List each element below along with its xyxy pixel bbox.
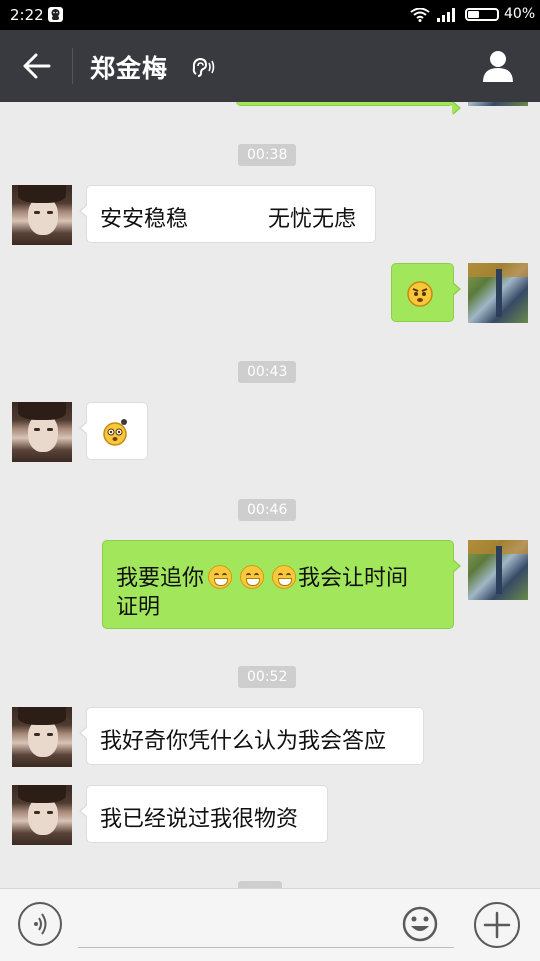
timestamp: 00:38	[238, 144, 297, 166]
battery-percent: 40%	[504, 6, 536, 22]
back-arrow-icon[interactable]	[20, 50, 52, 82]
voice-icon[interactable]	[18, 902, 62, 946]
grinning-face-emoji	[240, 565, 265, 589]
timestamp: 00:46	[238, 499, 297, 521]
contact-avatar[interactable]	[12, 785, 72, 845]
my-avatar[interactable]	[468, 263, 528, 323]
message-text: 无忧无虑	[268, 207, 357, 232]
my-avatar[interactable]	[468, 540, 528, 600]
input-bar	[0, 888, 540, 961]
message-text-part: 我会让时间	[298, 566, 409, 591]
message-bubble[interactable]	[79, 402, 148, 460]
my-avatar[interactable]	[468, 102, 528, 106]
battery-fill	[468, 11, 479, 18]
wifi-icon	[410, 7, 430, 26]
grinning-face-emoji	[208, 565, 233, 589]
message-bubble[interactable]: 我要追你 我会让时间 证明	[102, 540, 461, 629]
contact-name: 郑金梅	[90, 54, 169, 83]
contact-avatar[interactable]	[12, 707, 72, 767]
timestamp: 00:52	[238, 666, 297, 688]
plus-icon[interactable]	[474, 902, 520, 948]
message-input[interactable]	[78, 903, 458, 945]
message-text: 我好奇你凭什么认为我会答应	[100, 729, 387, 754]
contact-avatar[interactable]	[12, 185, 72, 245]
message-text: 我已经说过我很物资	[100, 807, 299, 832]
angry-face-emoji	[406, 280, 434, 314]
status-time: 2:22	[10, 6, 44, 24]
confused-face-emoji	[101, 417, 131, 453]
grinning-face-emoji	[272, 565, 297, 589]
contact-avatar[interactable]	[12, 402, 72, 462]
timestamp: 00:43	[238, 361, 297, 383]
chat-header: 郑金梅	[0, 30, 540, 102]
header-divider	[72, 48, 73, 84]
message-text: 安安稳稳	[100, 207, 189, 232]
message-text: 我要追你 我会让时间	[116, 560, 408, 592]
message-bubble[interactable]	[391, 263, 461, 322]
earpiece-icon	[189, 54, 215, 80]
message-bubble[interactable]: 我好奇你凭什么认为我会答应	[79, 707, 424, 765]
message-text: 证明	[116, 595, 161, 620]
input-underline	[78, 947, 454, 948]
person-icon[interactable]	[480, 48, 516, 84]
battery-icon	[465, 8, 499, 21]
signal-icon	[437, 7, 457, 26]
chat-area[interactable]: 00:38 安安稳稳 无忧无虑 00:43 00:46 我要追你 我会让时间 证明…	[0, 102, 540, 888]
message-text-part: 我要追你	[116, 566, 205, 591]
qq-notification-icon	[48, 7, 63, 22]
status-bar: 2:22 40%	[0, 0, 540, 30]
message-bubble[interactable]: 我已经说过我很物资	[79, 785, 328, 843]
smiley-icon[interactable]	[402, 906, 438, 942]
timestamp-partial	[238, 881, 282, 888]
message-bubble-partial	[236, 102, 461, 115]
message-bubble[interactable]: 安安稳稳 无忧无虑	[79, 185, 376, 243]
